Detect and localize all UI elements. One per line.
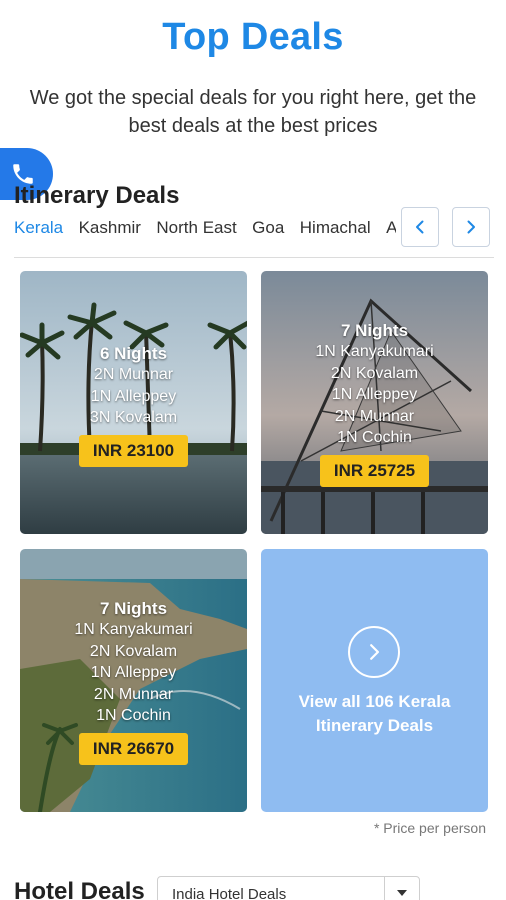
- hotel-section-title: Hotel Deals: [14, 878, 145, 900]
- deal-stop: 1N Kanyakumari: [74, 621, 193, 638]
- page-subtitle: We got the special deals for you right h…: [29, 87, 477, 137]
- chevron-left-icon: [416, 220, 424, 234]
- deal-card[interactable]: 6 Nights 2N Munnar 1N Alleppey 3N Kovala…: [20, 271, 247, 534]
- deal-nights: 6 Nights: [99, 344, 168, 363]
- deal-stop: 3N Kovalam: [89, 409, 178, 426]
- deal-stop: 1N Cochin: [337, 429, 412, 446]
- hotel-deals-select[interactable]: India Hotel Deals: [157, 876, 420, 900]
- deal-stop: 1N Alleppey: [90, 387, 177, 405]
- tabs-divider: [14, 257, 494, 258]
- deal-price-badge: INR 26670: [78, 732, 189, 765]
- tabs-next-button[interactable]: [452, 207, 490, 247]
- tab-himachal[interactable]: Himachal: [300, 218, 371, 238]
- deal-nights: 7 Nights: [340, 321, 409, 340]
- deal-stop: 2N Kovalam: [330, 364, 419, 382]
- deal-card[interactable]: 7 Nights 1N Kanyakumari 2N Kovalam 1N Al…: [20, 549, 247, 812]
- deal-stop: 1N Cochin: [96, 707, 171, 724]
- tab-goa[interactable]: Goa: [252, 218, 284, 238]
- chevron-right-icon: [370, 644, 380, 660]
- deal-price-badge: INR 25725: [319, 454, 430, 487]
- destination-tabs: Kerala Kashmir North East Goa Himachal A: [14, 218, 396, 240]
- hotel-select-value: India Hotel Deals: [172, 886, 287, 900]
- deal-price-badge: INR 23100: [78, 434, 189, 467]
- view-all-label: View all 106 Kerala Itinerary Deals: [298, 692, 451, 735]
- price-per-person-note: * Price per person: [373, 820, 486, 836]
- tab-kerala[interactable]: Kerala: [14, 218, 63, 238]
- deal-stop: 2N Kovalam: [89, 642, 178, 660]
- deal-stop: 1N Alleppey: [90, 664, 177, 681]
- itinerary-section-title: Itinerary Deals: [14, 182, 180, 209]
- view-all-deals-card[interactable]: View all 106 Kerala Itinerary Deals: [261, 549, 488, 812]
- select-divider: [384, 877, 385, 900]
- tab-kashmir[interactable]: Kashmir: [79, 218, 141, 238]
- deal-nights: 7 Nights: [99, 599, 168, 618]
- view-all-arrow: [348, 626, 400, 678]
- chevron-right-icon: [467, 220, 475, 234]
- tab-a[interactable]: A: [386, 218, 396, 238]
- deal-card[interactable]: 7 Nights 1N Kanyakumari 2N Kovalam 1N Al…: [261, 271, 488, 534]
- tab-north-east[interactable]: North East: [156, 218, 236, 238]
- deal-stop: 2N Munnar: [93, 685, 174, 703]
- page-title: Top Deals: [162, 16, 344, 58]
- deal-stop: 1N Alleppey: [331, 386, 418, 403]
- deal-stop: 2N Munnar: [334, 407, 415, 425]
- deal-stop: 1N Kanyakumari: [315, 343, 434, 360]
- tabs-prev-button[interactable]: [401, 207, 439, 247]
- deal-stop: 2N Munnar: [93, 366, 174, 383]
- caret-down-icon: [397, 890, 407, 896]
